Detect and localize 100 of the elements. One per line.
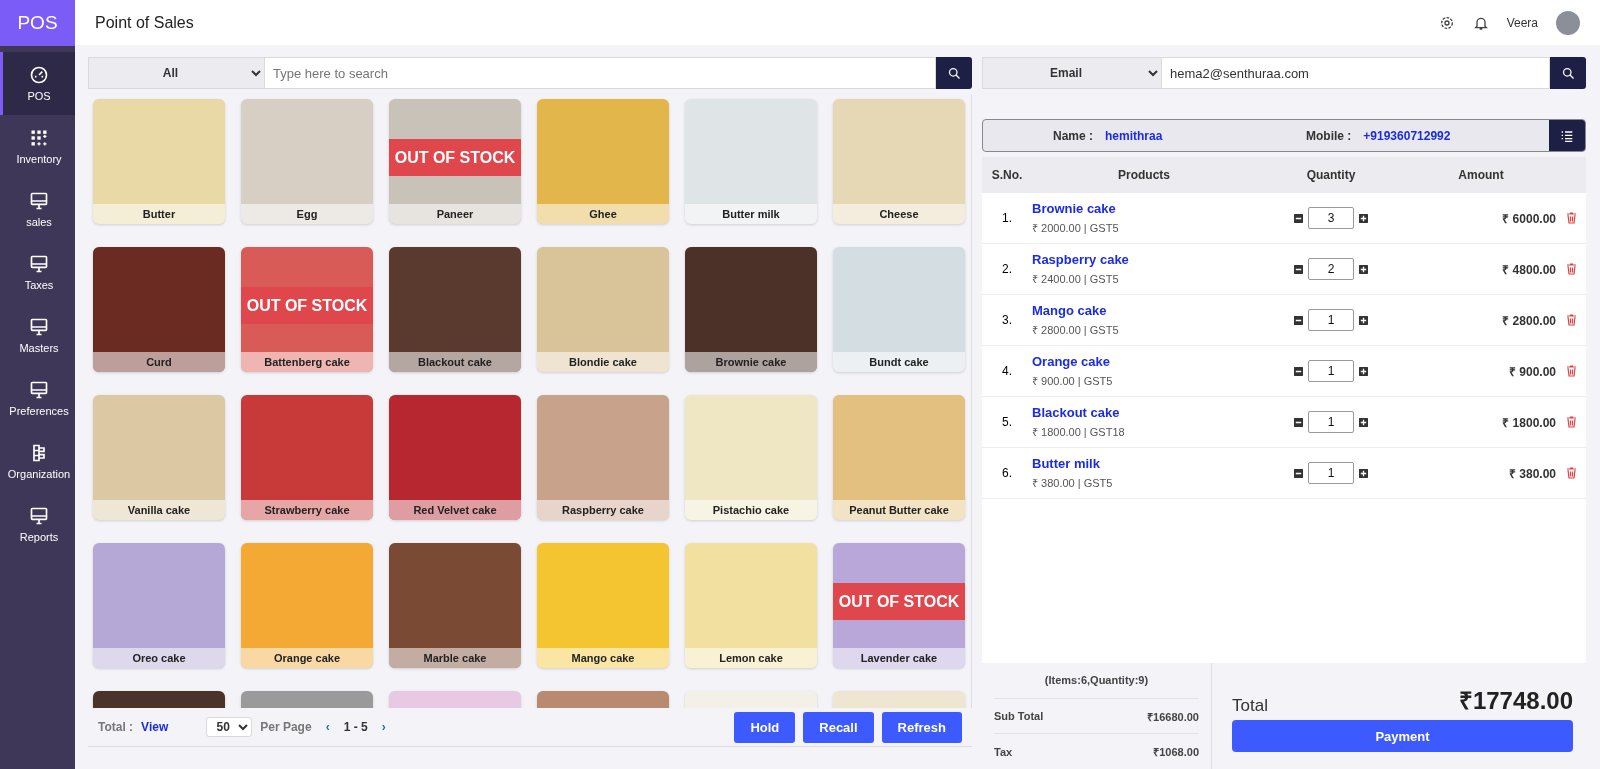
trash-icon[interactable] [1565, 263, 1577, 275]
product-link[interactable]: Raspberry cake [1032, 252, 1256, 267]
trash-icon[interactable] [1565, 314, 1577, 326]
product-link[interactable]: Butter milk [1032, 456, 1256, 471]
minus-button[interactable] [1294, 213, 1303, 223]
sidebar-item[interactable]: Preferences [0, 367, 75, 430]
sidebar-item[interactable]: Inventory [0, 115, 75, 178]
product-card[interactable]: Blondie cake [537, 247, 669, 372]
product-card[interactable]: Egg [241, 99, 373, 224]
previous-page-link[interactable]: ‹ [325, 720, 330, 734]
quantity-field[interactable]: 1 [1308, 309, 1354, 331]
next-page-link[interactable]: › [381, 720, 386, 734]
quantity-field[interactable]: 1 [1308, 462, 1354, 484]
product-price: ₹ 2800.00 | GST5 [1032, 323, 1120, 337]
product-card[interactable]: Blackout cake [389, 247, 521, 372]
product-card[interactable]: Curd [93, 247, 225, 372]
view-link[interactable]: View [141, 720, 169, 734]
product-name: Marble cake [389, 648, 521, 668]
line-amount: ₹ 900.00 [1507, 363, 1556, 380]
product-card[interactable]: Marble cake [389, 543, 521, 668]
product-price: ₹ 2000.00 | GST5 [1032, 221, 1120, 235]
product-card[interactable]: Pistachio cake [685, 395, 817, 520]
monitor-icon [29, 191, 49, 211]
product-card[interactable]: Strawberry cake [241, 395, 373, 520]
product-card[interactable]: Orange cake [241, 543, 373, 668]
quantity-field[interactable]: 1 [1308, 411, 1354, 433]
product-link[interactable]: Brownie cake [1032, 201, 1256, 216]
minus-button[interactable] [1294, 315, 1303, 325]
product-card[interactable]: Lemon cake [685, 543, 817, 668]
search-icon [946, 65, 962, 81]
product-card[interactable]: Ghee [537, 99, 669, 224]
payment-button[interactable]: Payment [1232, 720, 1573, 752]
customer-search-field[interactable]: hema2@senthuraa.com [1162, 57, 1550, 89]
minus-button[interactable] [1294, 468, 1303, 478]
action-button[interactable]: Recall [803, 711, 874, 743]
sidebar-item[interactable]: Masters [0, 304, 75, 367]
trash-icon[interactable] [1565, 416, 1577, 428]
sidebar-item[interactable]: Taxes [0, 241, 75, 304]
product-link[interactable]: Blackout cake [1032, 405, 1256, 420]
tax-label: Tax [994, 745, 1013, 758]
product-card[interactable]: Cheese [833, 99, 965, 224]
product-name: Cheese [833, 204, 965, 224]
action-button[interactable]: Hold [734, 711, 796, 743]
column-header: S.No. [990, 168, 1024, 182]
product-name: Ghee [537, 204, 669, 224]
plus-button[interactable] [1359, 417, 1368, 427]
product-link[interactable]: Mango cake [1032, 303, 1256, 318]
product-name: Bundt cake [833, 352, 965, 372]
quantity-field[interactable]: 1 [1308, 360, 1354, 382]
product-card[interactable]: Brownie cake [685, 247, 817, 372]
cart-counts: (Items:6,Quantity:9) [1044, 674, 1149, 687]
product-card[interactable]: OUT OF STOCK Lavender cake [833, 543, 965, 668]
product-card[interactable]: Peanut Butter cake [833, 395, 965, 520]
minus-button[interactable] [1294, 417, 1303, 427]
product-card[interactable]: Mango cake [537, 543, 669, 668]
product-card[interactable]: Vanilla cake [93, 395, 225, 520]
sidebar-item[interactable]: Reports [0, 493, 75, 556]
action-button[interactable]: Refresh [881, 711, 962, 743]
mobile-label: Mobile : [1306, 128, 1352, 143]
lookup-type-select[interactable]: Email [982, 57, 1162, 89]
plus-button[interactable] [1359, 468, 1368, 478]
sidebar-item[interactable]: Organization [0, 430, 75, 493]
product-card[interactable]: Butter milk [685, 99, 817, 224]
plus-button[interactable] [1359, 315, 1368, 325]
product-card[interactable]: Butter [93, 99, 225, 224]
product-card[interactable]: Red Velvet cake [389, 395, 521, 520]
out-of-stock-banner: OUT OF STOCK [389, 139, 521, 176]
settings-icon[interactable] [1438, 14, 1455, 31]
product-card[interactable]: Raspberry cake [537, 395, 669, 520]
line-amount: ₹ 6000.00 [1501, 210, 1556, 227]
sidebar-item[interactable]: sales [0, 178, 75, 241]
product-link[interactable]: Orange cake [1032, 354, 1256, 369]
product-card[interactable]: Oreo cake [93, 543, 225, 668]
avatar[interactable] [1556, 10, 1580, 35]
search-field[interactable]: Type here to search [265, 57, 936, 89]
category-select[interactable]: All [88, 57, 265, 89]
plus-button[interactable] [1359, 213, 1368, 223]
trash-icon[interactable] [1565, 467, 1577, 479]
page-size-select[interactable]: 50 [206, 717, 253, 737]
search-button[interactable] [936, 57, 972, 89]
minus-button[interactable] [1294, 366, 1303, 376]
plus-button[interactable] [1359, 366, 1368, 376]
product-name: Strawberry cake [241, 500, 373, 520]
product-card[interactable]: Bundt cake [833, 247, 965, 372]
row-number: 2. [1001, 262, 1013, 276]
plus-button[interactable] [1359, 264, 1368, 274]
quantity-field[interactable]: 3 [1308, 207, 1354, 229]
product-name: Pistachio cake [685, 500, 817, 520]
trash-icon[interactable] [1565, 212, 1577, 224]
column-header: Amount [1457, 168, 1505, 182]
list-button[interactable] [1549, 120, 1585, 151]
line-amount: ₹ 4800.00 [1501, 261, 1556, 278]
trash-icon[interactable] [1565, 365, 1577, 377]
product-card[interactable]: OUT OF STOCK Paneer [389, 99, 521, 224]
product-name: Paneer [389, 204, 521, 224]
product-card[interactable]: OUT OF STOCK Battenberg cake [241, 247, 373, 372]
minus-button[interactable] [1294, 264, 1303, 274]
search-button[interactable] [1550, 57, 1586, 89]
sidebar-item[interactable]: POS [0, 52, 75, 115]
quantity-field[interactable]: 2 [1308, 258, 1354, 280]
